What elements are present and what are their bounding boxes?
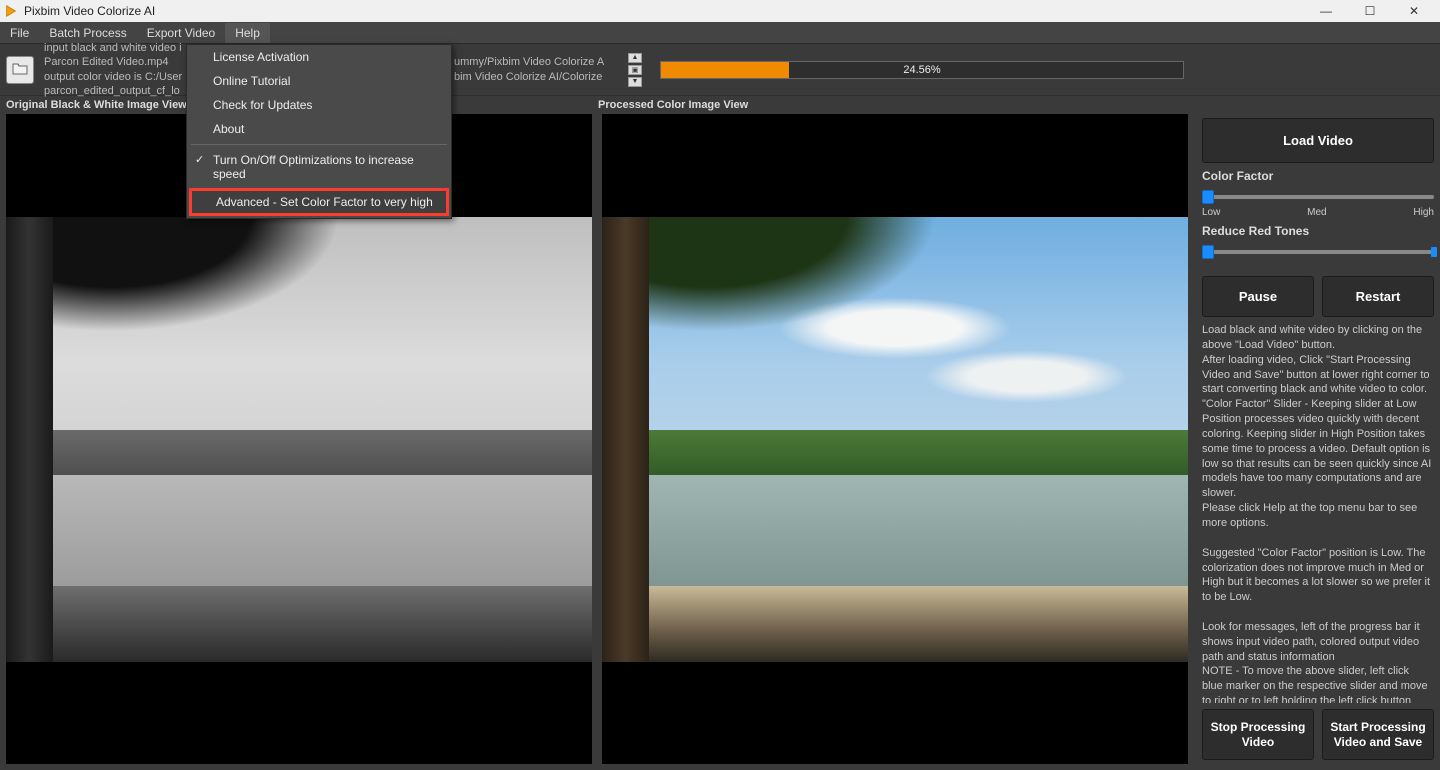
- secondary-path-text: ummy/Pixbim Video Colorize A bim Video C…: [454, 55, 614, 84]
- menu-check-updates[interactable]: Check for Updates: [187, 93, 451, 117]
- input-output-path-text: input black and white video i Parcon Edi…: [44, 41, 184, 98]
- original-bw-image: [6, 217, 592, 662]
- app-icon: [4, 4, 18, 18]
- processed-view-label: Processed Color Image View: [598, 99, 748, 111]
- tick-low: Low: [1202, 207, 1220, 218]
- window-minimize-button[interactable]: —: [1304, 0, 1348, 22]
- help-instructions-text: Load black and white video by clicking o…: [1202, 323, 1434, 703]
- reduce-red-slider-thumb[interactable]: [1202, 245, 1214, 259]
- tick-med: Med: [1307, 207, 1326, 218]
- window-close-button[interactable]: ✕: [1392, 0, 1436, 22]
- menu-export-video[interactable]: Export Video: [137, 23, 226, 43]
- load-video-button[interactable]: Load Video: [1202, 118, 1434, 163]
- info-line: input black and white video i: [44, 41, 184, 55]
- menu-online-tutorial[interactable]: Online Tutorial: [187, 69, 451, 93]
- info-line: output color video is C:/User: [44, 70, 184, 84]
- reduce-red-slider[interactable]: [1202, 250, 1434, 254]
- info-line: ummy/Pixbim Video Colorize A: [454, 55, 614, 69]
- menu-bar: File Batch Process Export Video Help: [0, 22, 1440, 44]
- start-processing-button[interactable]: Start Processing Video and Save: [1322, 709, 1434, 760]
- window-titlebar: Pixbim Video Colorize AI — ☐ ✕: [0, 0, 1440, 22]
- color-factor-slider[interactable]: [1202, 195, 1434, 199]
- reduce-red-slider-end-marker: [1431, 247, 1437, 257]
- window-maximize-button[interactable]: ☐: [1348, 0, 1392, 22]
- menu-toggle-optimizations[interactable]: Turn On/Off Optimizations to increase sp…: [187, 148, 451, 186]
- progress-bar: 24.56%: [660, 61, 1184, 79]
- color-factor-label: Color Factor: [1202, 169, 1434, 183]
- menu-help[interactable]: Help: [225, 23, 270, 43]
- reduce-red-label: Reduce Red Tones: [1202, 224, 1434, 238]
- menu-about[interactable]: About: [187, 117, 451, 141]
- spinner-up-button[interactable]: ▲: [628, 53, 642, 63]
- menu-license-activation[interactable]: License Activation: [187, 45, 451, 69]
- menu-separator: [191, 144, 447, 145]
- tick-high: High: [1413, 207, 1434, 218]
- right-panel: Load Video Color Factor Low Med High Red…: [1202, 114, 1434, 764]
- processed-color-image: [602, 217, 1188, 662]
- folder-icon: [12, 61, 28, 78]
- pause-button[interactable]: Pause: [1202, 276, 1314, 317]
- info-line: Parcon Edited Video.mp4: [44, 55, 184, 69]
- help-dropdown-menu: License Activation Online Tutorial Check…: [186, 44, 452, 219]
- menu-advanced-color-factor-highlight: Advanced - Set Color Factor to very high: [189, 188, 449, 216]
- stop-processing-button[interactable]: Stop Processing Video: [1202, 709, 1314, 760]
- spinner-down-button[interactable]: ▼: [628, 77, 642, 87]
- menu-file[interactable]: File: [0, 23, 39, 43]
- processed-image-pane: [602, 114, 1188, 764]
- color-factor-ticks: Low Med High: [1202, 207, 1434, 218]
- menu-advanced-color-factor[interactable]: Advanced - Set Color Factor to very high: [189, 188, 449, 216]
- frame-spinner: ▲ ▣ ▼: [628, 53, 642, 87]
- restart-button[interactable]: Restart: [1322, 276, 1434, 317]
- menu-batch-process[interactable]: Batch Process: [39, 23, 136, 43]
- open-folder-button[interactable]: [6, 56, 34, 84]
- spinner-mid-button[interactable]: ▣: [628, 65, 642, 75]
- progress-text: 24.56%: [661, 64, 1183, 76]
- app-title: Pixbim Video Colorize AI: [24, 4, 155, 18]
- info-line: bim Video Colorize AI/Colorize: [454, 70, 614, 84]
- color-factor-slider-thumb[interactable]: [1202, 190, 1214, 204]
